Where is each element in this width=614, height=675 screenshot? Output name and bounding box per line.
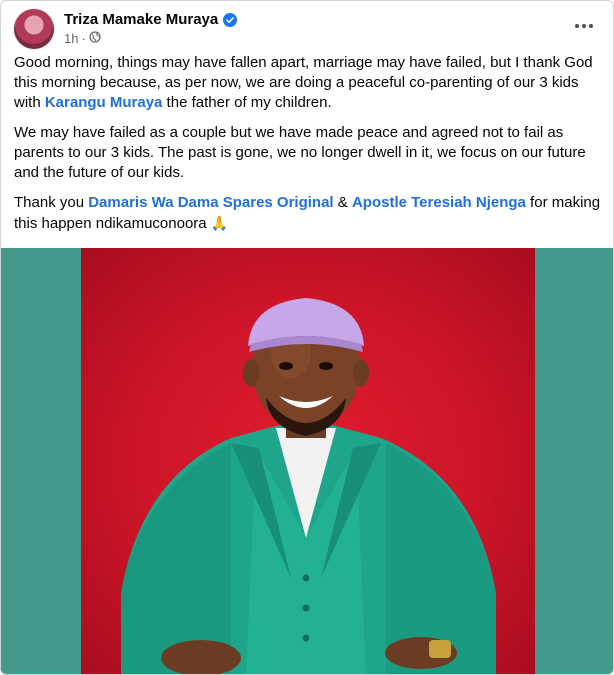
author-avatar[interactable] [14, 9, 54, 49]
post-photo[interactable] [1, 248, 613, 674]
globe-icon[interactable] [89, 31, 101, 46]
author-name[interactable]: Triza Mamake Muraya [64, 11, 218, 28]
paragraph-1-tail: the father of my children. [162, 94, 332, 111]
post-text: Good morning, things may have fallen apa… [14, 53, 606, 244]
paragraph-3-text: Thank you [14, 194, 89, 211]
post-paragraph-3: Thank you Damaris Wa Dama Spares Origina… [14, 193, 606, 234]
verified-badge-icon [223, 12, 238, 27]
praying-hands-icon: 🙏 [210, 215, 229, 231]
paragraph-3-and: & [333, 194, 352, 211]
photo-backdrop [81, 248, 535, 674]
post-paragraph-1: Good morning, things may have fallen apa… [14, 53, 606, 113]
mention-damaris[interactable]: Damaris Wa Dama Spares Original [88, 194, 333, 211]
post-paragraph-2: We may have failed as a couple but we ha… [14, 124, 586, 181]
man-in-teal-suit-illustration [121, 298, 496, 674]
mention-apostle-teresiah[interactable]: Apostle Teresiah Njenga [352, 194, 526, 211]
mention-karangu-muraya[interactable]: Karangu Muraya [45, 94, 163, 111]
post-header: Triza Mamake Muraya 1h · [14, 9, 601, 51]
post-meta: 1h · [64, 31, 101, 46]
meta-dot: · [81, 31, 86, 46]
author-row: Triza Mamake Muraya [64, 11, 238, 28]
more-options-icon[interactable] [567, 13, 601, 39]
post-timestamp[interactable]: 1h [64, 31, 78, 46]
facebook-post: Triza Mamake Muraya 1h · Good morning, t… [0, 0, 614, 675]
